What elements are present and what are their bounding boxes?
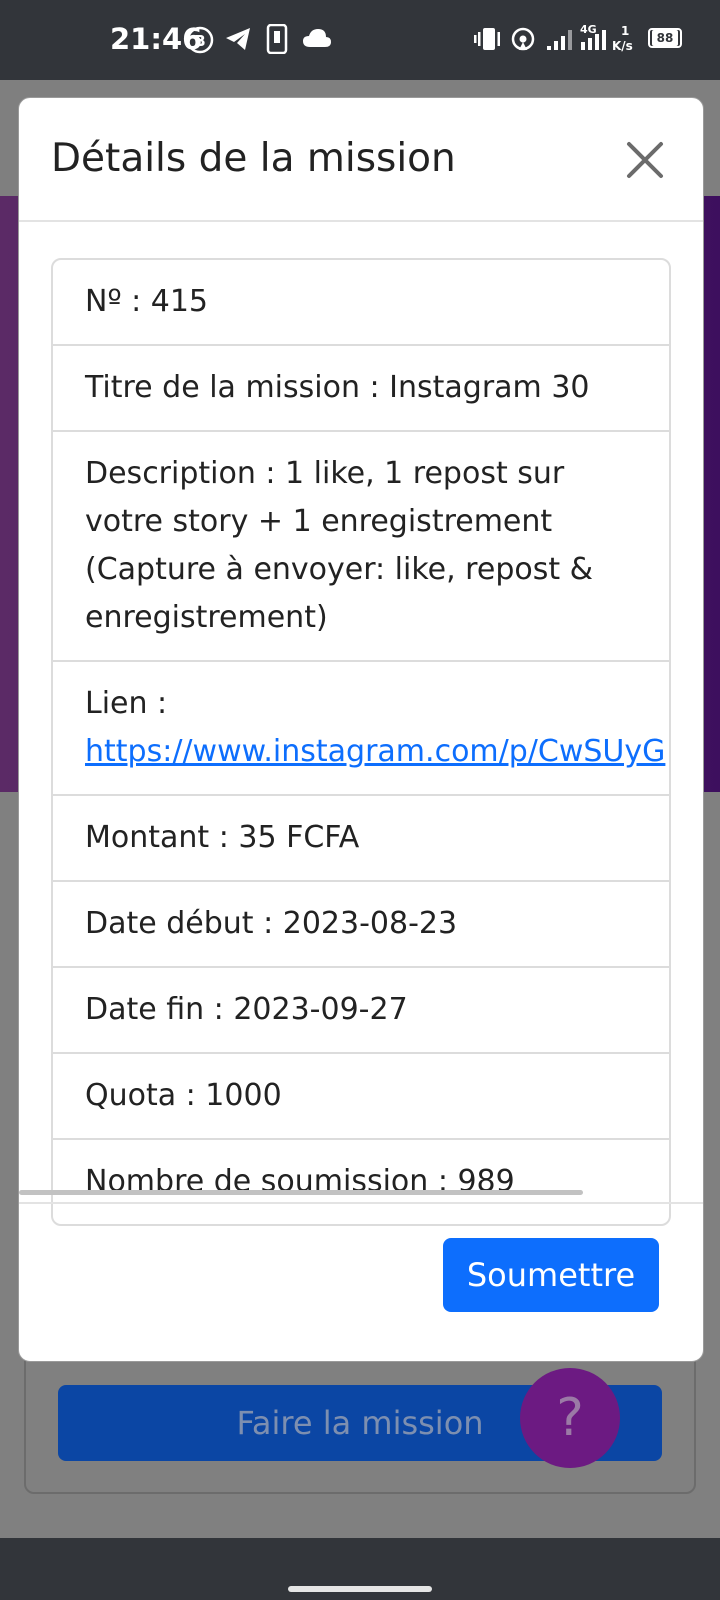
battery-icon: 88 — [648, 28, 682, 48]
mission-details-modal: Détails de la mission Nº : 415 Titre de … — [18, 97, 704, 1362]
home-gesture-handle[interactable] — [288, 1586, 432, 1592]
modal-title: Détails de la mission — [51, 136, 456, 181]
submit-button[interactable]: Soumettre — [443, 1238, 659, 1312]
signal-4g-icon — [581, 30, 606, 50]
detail-row-quota: Quota : 1000 — [53, 1054, 669, 1140]
cloud-icon — [303, 29, 331, 47]
close-icon[interactable] — [619, 134, 671, 186]
detail-row-link: Lien : https://www.instagram.com/p/CwSUy… — [53, 662, 669, 796]
link-label: Lien : — [85, 686, 168, 721]
svg-text:B: B — [194, 32, 205, 50]
modal-footer: Soumettre — [19, 1202, 703, 1361]
hotspot-icon — [511, 27, 535, 51]
detail-row-title: Titre de la mission : Instagram 30 — [53, 346, 669, 432]
horizontal-scrollbar[interactable] — [19, 1190, 583, 1195]
device-icon — [266, 24, 288, 54]
modal-header: Détails de la mission — [19, 98, 703, 222]
detail-row-start-date: Date début : 2023-08-23 — [53, 882, 669, 968]
mission-link[interactable]: https://www.instagram.com/p/CwSUyG — [85, 734, 665, 769]
navigation-bar — [0, 1538, 720, 1600]
net-speed-unit: K/s — [612, 39, 633, 53]
detail-row-end-date: Date fin : 2023-09-27 — [53, 968, 669, 1054]
help-button[interactable]: ? — [520, 1368, 620, 1468]
detail-row-number: Nº : 415 — [53, 260, 669, 346]
vibrate-icon — [474, 28, 500, 50]
detail-row-amount: Montant : 35 FCFA — [53, 796, 669, 882]
telegram-icon — [226, 28, 250, 50]
mission-details-list: Nº : 415 Titre de la mission : Instagram… — [51, 258, 671, 1226]
detail-row-description: Description : 1 like, 1 repost sur votre… — [53, 432, 669, 662]
battery-level: 88 — [652, 30, 678, 46]
status-bar: 21:46 B 4G 1 K/s 88 — [0, 0, 720, 80]
signal-icon — [547, 30, 572, 50]
net-speed-value: 1 — [621, 24, 630, 38]
b-circle-icon: B — [186, 26, 214, 54]
